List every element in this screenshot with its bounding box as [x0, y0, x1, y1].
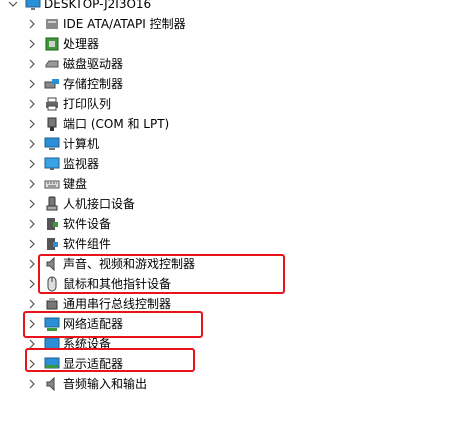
tree-item-label: 端口 (COM 和 LPT) — [63, 117, 170, 131]
tree-item-label: 软件设备 — [63, 217, 112, 231]
chevron-right-icon[interactable] — [27, 179, 37, 189]
tree-item-label: 处理器 — [63, 37, 100, 51]
tree-item-keyboard[interactable]: 键盘 — [0, 174, 451, 194]
port-icon — [44, 116, 60, 132]
chevron-right-icon[interactable] — [27, 39, 37, 49]
tree-item-system-device[interactable]: 系统设备 — [0, 334, 451, 354]
printer-icon — [44, 96, 60, 112]
tree-item-label: 通用串行总线控制器 — [63, 297, 172, 311]
tree-item-processor[interactable]: 处理器 — [0, 34, 451, 54]
network-adapter-icon — [44, 316, 60, 332]
computer-root-icon — [25, 0, 41, 12]
tree-item-disk-drive[interactable]: 磁盘驱动器 — [0, 54, 451, 74]
speaker-icon — [44, 256, 60, 272]
tree-item-software-device[interactable]: 软件设备 — [0, 214, 451, 234]
tree-item-label: 键盘 — [63, 177, 88, 191]
system-device-icon — [44, 336, 60, 352]
tree-item-label: 显示适配器 — [63, 357, 124, 371]
chevron-right-icon[interactable] — [27, 279, 37, 289]
tree-item-sound-video-game[interactable]: 声音、视频和游戏控制器 — [0, 254, 451, 274]
tree-item-usb[interactable]: 通用串行总线控制器 — [0, 294, 451, 314]
tree-item-label: 音频输入和输出 — [63, 377, 148, 391]
chevron-right-icon[interactable] — [27, 259, 37, 269]
disk-drive-icon — [44, 56, 60, 72]
mouse-icon — [44, 276, 60, 292]
chevron-right-icon[interactable] — [27, 19, 37, 29]
display-adapter-icon — [44, 356, 60, 372]
tree-item-label: 监视器 — [63, 157, 100, 171]
tree-item-mouse[interactable]: 鼠标和其他指针设备 — [0, 274, 451, 294]
chevron-right-icon[interactable] — [27, 119, 37, 129]
storage-controller-icon — [44, 76, 60, 92]
chevron-right-icon[interactable] — [27, 159, 37, 169]
tree-item-label: 打印队列 — [63, 97, 112, 111]
software-device-icon — [44, 216, 60, 232]
tree-item-software-component[interactable]: 软件组件 — [0, 234, 451, 254]
tree-item-hid[interactable]: 人机接口设备 — [0, 194, 451, 214]
audio-io-icon — [44, 376, 60, 392]
computer-icon — [44, 136, 60, 152]
processor-icon — [44, 36, 60, 52]
tree-root[interactable]: DESKTOP-J2I3O16 — [0, 0, 451, 14]
tree-item-monitor[interactable]: 监视器 — [0, 154, 451, 174]
root-label: DESKTOP-J2I3O16 — [44, 0, 152, 11]
hid-icon — [44, 196, 60, 212]
chevron-right-icon[interactable] — [27, 359, 37, 369]
tree-item-label: 计算机 — [63, 137, 100, 151]
chevron-right-icon[interactable] — [27, 219, 37, 229]
chevron-right-icon[interactable] — [27, 339, 37, 349]
monitor-icon — [44, 156, 60, 172]
chevron-right-icon[interactable] — [27, 79, 37, 89]
tree-item-label: 软件组件 — [63, 237, 112, 251]
tree-item-computer[interactable]: 计算机 — [0, 134, 451, 154]
chevron-right-icon[interactable] — [27, 299, 37, 309]
tree-item-audio-io[interactable]: 音频输入和输出 — [0, 374, 451, 394]
chevron-right-icon[interactable] — [27, 379, 37, 389]
tree-item-label: 声音、视频和游戏控制器 — [63, 257, 196, 271]
keyboard-icon — [44, 176, 60, 192]
tree-item-label: IDE ATA/ATAPI 控制器 — [63, 17, 186, 31]
chevron-right-icon[interactable] — [27, 239, 37, 249]
chevron-right-icon[interactable] — [27, 199, 37, 209]
tree-item-print-queue[interactable]: 打印队列 — [0, 94, 451, 114]
software-component-icon — [44, 236, 60, 252]
chevron-right-icon[interactable] — [27, 319, 37, 329]
tree-item-label: 磁盘驱动器 — [63, 57, 124, 71]
tree-item-label: 存储控制器 — [63, 77, 124, 91]
tree-item-storage-controller[interactable]: 存储控制器 — [0, 74, 451, 94]
tree-item-display-adapter[interactable]: 显示适配器 — [0, 354, 451, 374]
chevron-right-icon[interactable] — [27, 59, 37, 69]
tree-item-label: 鼠标和其他指针设备 — [63, 277, 172, 291]
ide-controller-icon — [44, 16, 60, 32]
usb-icon — [44, 296, 60, 312]
tree-item-label: 网络适配器 — [63, 317, 124, 331]
tree-item-port[interactable]: 端口 (COM 和 LPT) — [0, 114, 451, 134]
chevron-down-icon[interactable] — [8, 0, 18, 9]
tree-item-ide[interactable]: IDE ATA/ATAPI 控制器 — [0, 14, 451, 34]
tree-item-label: 系统设备 — [63, 337, 112, 351]
chevron-right-icon[interactable] — [27, 99, 37, 109]
tree-item-label: 人机接口设备 — [63, 197, 136, 211]
tree-item-network-adapter[interactable]: 网络适配器 — [0, 314, 451, 334]
chevron-right-icon[interactable] — [27, 139, 37, 149]
